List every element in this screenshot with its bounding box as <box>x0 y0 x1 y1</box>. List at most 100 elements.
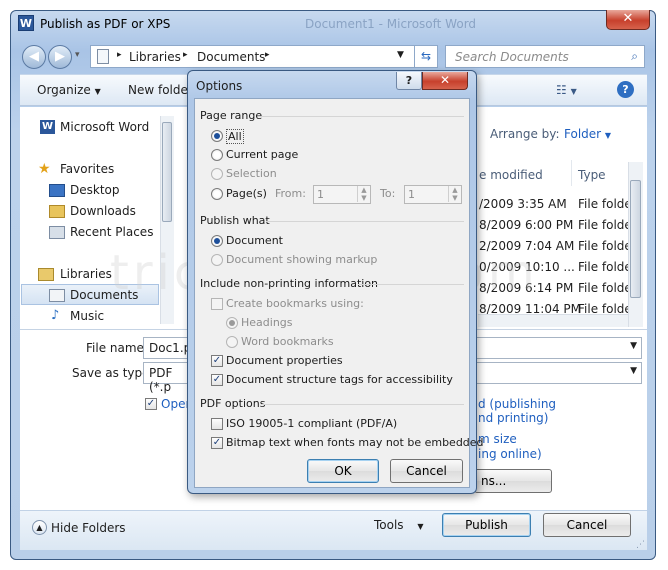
cancel-button[interactable]: Cancel <box>543 513 631 537</box>
structure-tags-checkbox[interactable]: ✓ <box>211 374 223 386</box>
search-icon: ⌕ <box>631 49 638 63</box>
radio-word-bookmarks[interactable] <box>226 336 238 348</box>
create-bookmarks-label: Create bookmarks using: <box>226 297 364 310</box>
radio-current-page-label: Current page <box>226 148 299 161</box>
column-type[interactable]: Type <box>578 168 606 182</box>
radio-document-markup[interactable] <box>211 254 223 266</box>
spin-down-icon[interactable]: ▼ <box>357 194 370 202</box>
document-properties-checkbox[interactable]: ✓ <box>211 355 223 367</box>
options-cancel-button[interactable]: Cancel <box>390 459 463 483</box>
radio-current-page[interactable] <box>211 149 223 161</box>
save-as-type-select-end[interactable]: ▼ <box>476 362 642 384</box>
radio-document-label: Document <box>226 234 283 247</box>
desktop-icon <box>49 184 65 197</box>
nav-item-microsoft-word[interactable]: Microsoft Word <box>60 120 149 134</box>
save-as-type-label: Save as type: <box>72 366 154 380</box>
list-scrollbar-thumb[interactable] <box>630 180 641 298</box>
horizontal-scrollbar[interactable] <box>478 314 628 327</box>
page-range-heading: Page range <box>200 109 263 122</box>
open-after-publish-checkbox[interactable]: ✓ <box>145 398 157 410</box>
file-name-input-end[interactable]: ▼ <box>476 337 642 359</box>
help-icon[interactable]: ? <box>617 81 634 98</box>
chevron-down-icon: ▼ <box>630 341 637 351</box>
bitmap-text-checkbox[interactable]: ✓ <box>211 437 223 449</box>
hide-folders-chevron-icon[interactable]: ▲ <box>32 520 47 535</box>
document-properties-label: Document properties <box>226 354 343 367</box>
new-folder-button[interactable]: New folder <box>128 83 193 97</box>
file-name-input[interactable]: Doc1.p <box>143 337 193 359</box>
search-input[interactable]: Search Documents <box>455 50 569 64</box>
resize-grip-icon[interactable]: ⋰ <box>636 540 645 550</box>
hide-folders-button[interactable]: Hide Folders <box>51 521 126 535</box>
optimize-standard-label-2: nd printing) <box>478 411 549 425</box>
recent-pages-chevron-icon[interactable]: ▾ <box>75 50 80 60</box>
chevron-down-icon: ▼ <box>604 131 612 140</box>
search-box[interactable]: Search Documents ⌕ <box>445 45 645 68</box>
refresh-button[interactable]: ⇆ <box>414 45 438 68</box>
radio-word-bookmarks-label: Word bookmarks <box>241 335 334 348</box>
options-dialog-title: Options <box>196 79 243 93</box>
save-as-type-select[interactable]: PDF (*.p <box>143 362 193 394</box>
recent-places-icon <box>49 226 65 239</box>
nav-scrollbar-thumb[interactable] <box>162 122 172 222</box>
options-ok-button[interactable]: OK <box>307 459 379 483</box>
view-options-icon[interactable]: ☷ ▼ <box>556 83 577 97</box>
column-date-modified[interactable]: e modified <box>479 168 543 182</box>
arrange-by-dropdown[interactable]: Folder ▼ <box>564 127 611 141</box>
word-icon: W <box>40 120 55 134</box>
radio-all[interactable] <box>211 130 223 142</box>
breadcrumb-separator-icon: ▸ <box>183 50 188 60</box>
radio-pages[interactable] <box>211 188 223 200</box>
tools-menu[interactable]: Tools ▼ <box>374 518 424 532</box>
from-page-input[interactable]: 1 ▲ ▼ <box>313 185 371 204</box>
radio-selection-label: Selection <box>226 167 277 180</box>
window-title-behind: Document1 - Microsoft Word <box>305 17 477 31</box>
publish-button[interactable]: Publish <box>442 513 531 537</box>
optimize-standard-label: d (publishing <box>478 397 557 411</box>
radio-headings[interactable] <box>226 317 238 329</box>
optimize-minimum-label-2: ing online) <box>478 447 542 461</box>
group-divider <box>266 221 464 222</box>
create-bookmarks-checkbox[interactable] <box>211 298 223 310</box>
address-dropdown-icon[interactable]: ▼ <box>397 50 404 60</box>
breadcrumb-documents[interactable]: Documents <box>197 50 265 64</box>
nav-item-downloads[interactable]: Downloads <box>70 204 136 218</box>
breadcrumb-libraries[interactable]: Libraries <box>129 50 181 64</box>
options-close-button[interactable]: ✕ <box>422 72 468 90</box>
nav-item-favorites[interactable]: Favorites <box>60 162 114 176</box>
radio-selection[interactable] <box>211 168 223 180</box>
back-arrow-icon: ◀ <box>29 49 39 64</box>
radio-headings-label: Headings <box>241 316 293 329</box>
row-date: 8/2009 6:00 PM <box>479 218 574 232</box>
nav-item-libraries[interactable]: Libraries <box>60 267 112 281</box>
forward-button[interactable]: ▶ <box>48 45 72 69</box>
nav-item-desktop[interactable]: Desktop <box>70 183 120 197</box>
to-page-input[interactable]: 1 ▲ ▼ <box>404 185 462 204</box>
breadcrumb-separator-icon: ▸ <box>265 50 270 60</box>
organize-button[interactable]: Organize ▼ <box>37 83 101 97</box>
nav-item-music[interactable]: Music <box>70 309 104 323</box>
iso-compliant-label: ISO 19005-1 compliant (PDF/A) <box>226 417 398 430</box>
music-icon: ♪ <box>51 308 60 323</box>
address-bar[interactable]: ▸ Libraries ▸ Documents ▸ ▼ <box>90 45 415 68</box>
back-button[interactable]: ◀ <box>22 45 46 69</box>
pdf-options-heading: PDF options <box>200 397 266 410</box>
options-help-button[interactable]: ? <box>396 72 422 90</box>
spin-down-icon[interactable]: ▼ <box>448 194 461 202</box>
arrange-by-label: Arrange by: <box>490 127 560 141</box>
radio-document-markup-label: Document showing markup <box>226 253 378 266</box>
nav-item-recent-places[interactable]: Recent Places <box>70 225 153 239</box>
options-button[interactable]: ns... <box>474 469 552 493</box>
non-printing-heading: Include non-printing information <box>200 277 379 290</box>
spin-up-icon[interactable]: ▲ <box>357 186 370 194</box>
radio-document[interactable] <box>211 235 223 247</box>
documents-icon <box>49 289 65 302</box>
iso-compliant-checkbox[interactable] <box>211 418 223 430</box>
libraries-icon <box>38 268 54 281</box>
window-close-button[interactable]: ✕ <box>606 10 650 30</box>
library-icon <box>97 49 109 64</box>
spin-up-icon[interactable]: ▲ <box>448 186 461 194</box>
bitmap-text-label: Bitmap text when fonts may not be embedd… <box>226 436 484 449</box>
chevron-down-icon: ▼ <box>94 87 101 96</box>
group-divider <box>258 116 464 117</box>
